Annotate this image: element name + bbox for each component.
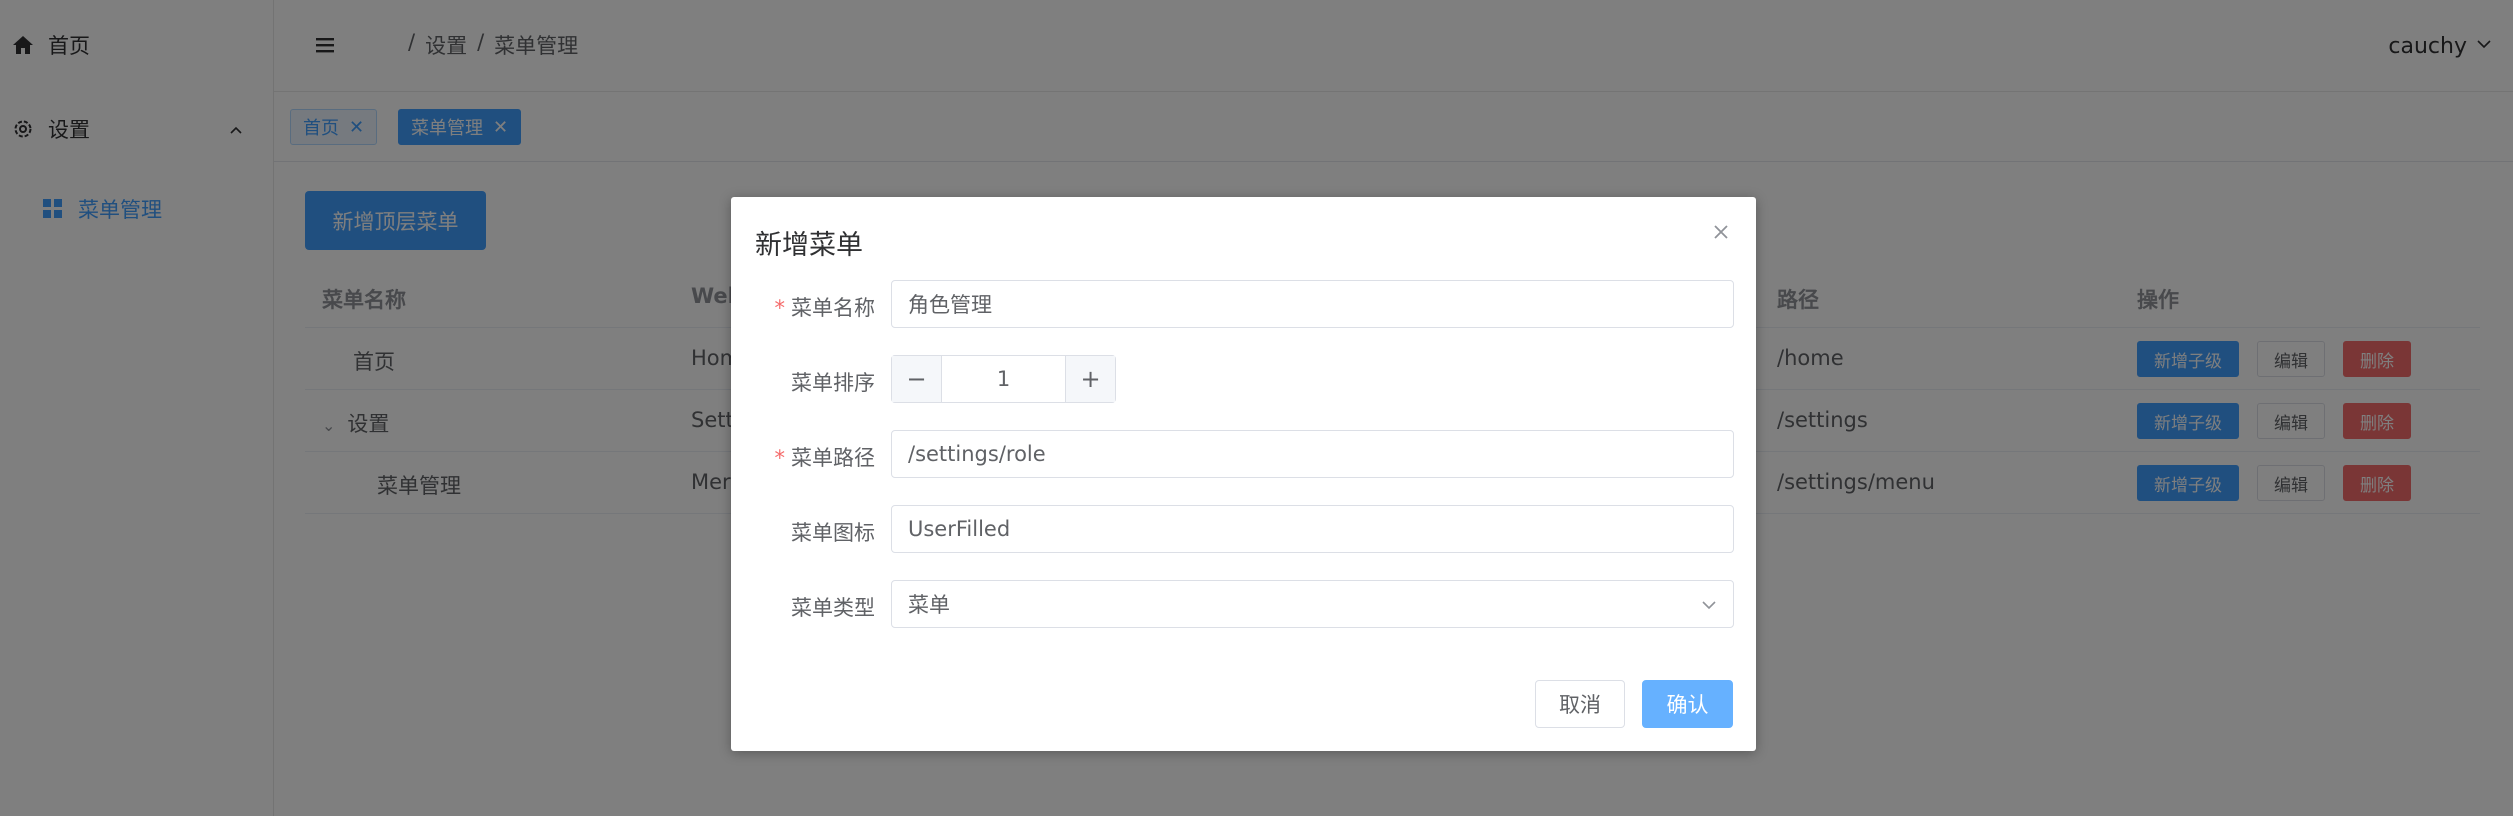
field-label-text: 菜单路径 [791, 446, 875, 470]
menu-order-input[interactable]: 1 [942, 356, 1065, 402]
menu-name-input[interactable]: 角色管理 [891, 280, 1734, 328]
menu-order-stepper: − 1 + [891, 355, 1116, 403]
form-row-name: * 菜单名称 角色管理 [731, 280, 1756, 330]
field-label: 菜单排序 [791, 371, 875, 395]
dialog-title: 新增菜单 [755, 230, 863, 261]
menu-path-input[interactable]: /settings/role [891, 430, 1734, 478]
close-icon[interactable] [1710, 221, 1732, 243]
field-label: * 菜单路径 [775, 442, 876, 472]
form-row-order: 菜单排序 − 1 + [731, 355, 1756, 405]
add-menu-dialog: 新增菜单 * 菜单名称 角色管理 菜单排序 − 1 + * 菜单路径 /settin… [731, 197, 1756, 751]
field-label-text: 菜单名称 [791, 296, 875, 320]
form-row-type: 菜单类型 菜单 [731, 580, 1756, 630]
confirm-button[interactable]: 确认 [1642, 680, 1733, 728]
chevron-down-icon [1699, 595, 1719, 615]
field-label: 菜单类型 [791, 596, 875, 620]
menu-type-select[interactable]: 菜单 [891, 580, 1734, 628]
form-row-path: * 菜单路径 /settings/role [731, 430, 1756, 480]
menu-type-selected: 菜单 [908, 593, 950, 617]
form-row-icon: 菜单图标 UserFilled [731, 505, 1756, 555]
required-mark: * [774, 296, 786, 320]
app-root: 首页 设置 菜单管理 / 设置 / 菜单管理 [0, 0, 2513, 816]
field-label: 菜单图标 [791, 521, 875, 545]
required-mark: * [774, 446, 786, 470]
increment-button[interactable]: + [1065, 356, 1115, 402]
field-label: * 菜单名称 [775, 292, 876, 322]
decrement-button[interactable]: − [892, 356, 942, 402]
menu-icon-input[interactable]: UserFilled [891, 505, 1734, 553]
cancel-button[interactable]: 取消 [1535, 680, 1625, 728]
